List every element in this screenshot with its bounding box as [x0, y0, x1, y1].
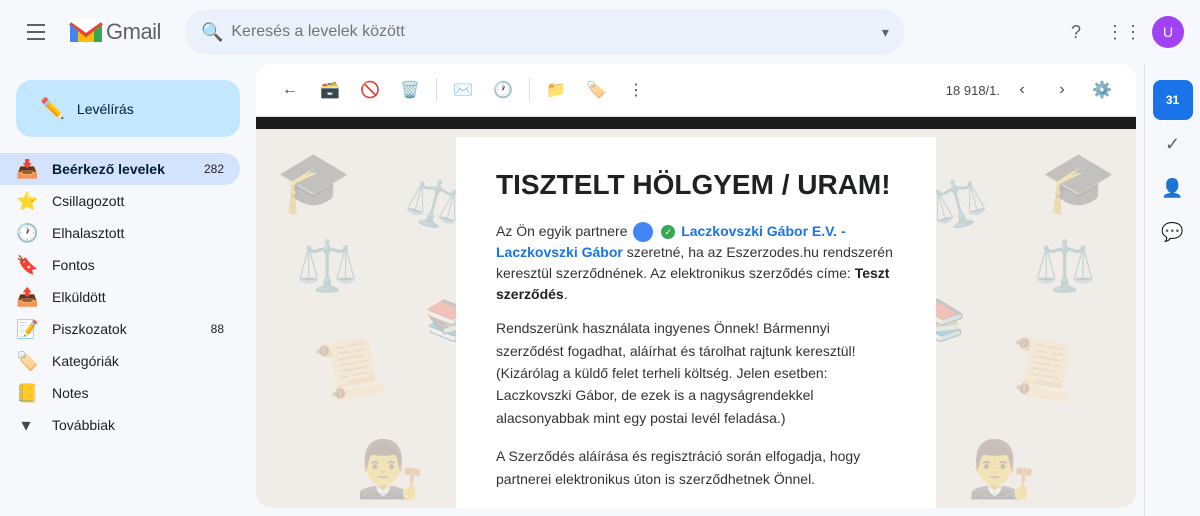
inbox-badge: 282 [204, 162, 224, 176]
search-input[interactable] [231, 23, 874, 41]
contacts-icon[interactable]: 👤 [1153, 168, 1193, 208]
sender-avatar-icon [633, 222, 653, 242]
compose-button[interactable]: ✏️ Levélírás [16, 80, 240, 137]
email-body: 🎓 ⚖️ 📜 ⚖️ 📚 👨‍⚖️ 🎓 ⚖️ 📜 ⚖️ 📚 👨‍⚖️ [256, 117, 1136, 508]
calendar-date-badge[interactable]: 31 [1153, 80, 1193, 120]
label-button[interactable]: 🏷️ [578, 72, 614, 108]
email-button[interactable]: ✉️ [445, 72, 481, 108]
far-right-sidebar: 31 ✓ 👤 💬 [1144, 64, 1200, 516]
search-chevron-icon[interactable]: ▾ [882, 24, 889, 41]
toolbar-separator2 [529, 78, 530, 102]
compose-label: Levélírás [77, 101, 134, 117]
starred-icon: ⭐ [16, 191, 36, 212]
email-body-para2: A Szerződés aláírása és regisztráció sor… [496, 445, 896, 490]
email-toolbar: ← 🗃️ 🚫 🗑️ ✉️ 🕐 📁 🏷️ ⋮ 18 918/1. ‹ › ⚙️ [256, 64, 1136, 117]
doodle-scroll: 📜 [311, 332, 390, 408]
search-bar[interactable]: 🔍 ▾ [185, 9, 905, 55]
inbox-icon: 📥 [16, 159, 36, 180]
toolbar-right: 18 918/1. ‹ › ⚙️ [946, 72, 1120, 108]
inbox-label: Beérkező levelek [52, 161, 188, 177]
next-email-button[interactable]: › [1044, 72, 1080, 108]
help-button[interactable]: ? [1056, 12, 1096, 52]
starred-label: Csillagozott [52, 193, 224, 209]
sidebar-item-important[interactable]: 🔖 Fontos [0, 249, 240, 281]
doodle-judge-r: 👨‍⚖️ [968, 437, 1036, 502]
more-expand[interactable]: ▾ Továbbiak [0, 409, 240, 441]
categories-expand[interactable]: 🏷️ Kategóriák [0, 345, 240, 377]
menu-button[interactable] [16, 12, 56, 52]
tasks-icon[interactable]: ✓ [1153, 124, 1193, 164]
categories-icon: 🏷️ [16, 351, 36, 372]
more-actions-button[interactable]: ⋮ [618, 72, 654, 108]
expand-icon: ▾ [16, 415, 36, 436]
doodle-judge: 👨‍⚖️ [356, 437, 424, 502]
snoozed-icon: 🕐 [16, 223, 36, 244]
drafts-icon: 📝 [16, 319, 36, 340]
move-button[interactable]: 📁 [538, 72, 574, 108]
drafts-label: Piszkozatok [52, 321, 188, 337]
apps-button[interactable]: ⋮⋮ [1104, 12, 1144, 52]
page-info: 18 918/1. [946, 83, 1000, 98]
main-layout: ✏️ Levélírás 📥 Beérkező levelek 282 ⭐ Cs… [0, 64, 1200, 516]
notes-icon: 📒 [16, 383, 36, 404]
gmail-logo: Gmail [68, 18, 161, 46]
email-center-content: TISZTELT HÖLGYEM / URAM! Az Ön egyik par… [456, 137, 936, 508]
settings-button[interactable]: ⚙️ [1084, 72, 1120, 108]
sidebar-item-starred[interactable]: ⭐ Csillagozott [0, 185, 240, 217]
doodle-scroll-r: 📜 [1002, 332, 1081, 408]
avatar[interactable]: U [1152, 16, 1184, 48]
doodle-gavel-r: ⚖️ [1034, 237, 1096, 296]
important-icon: 🔖 [16, 255, 36, 276]
verified-badge-icon: ✓ [661, 225, 675, 239]
email-body-para1: Rendszerünk használata ingyenes Önnek! B… [496, 317, 896, 429]
email-content: 🎓 ⚖️ 📜 ⚖️ 📚 👨‍⚖️ 🎓 ⚖️ 📜 ⚖️ 📚 👨‍⚖️ [256, 117, 1136, 508]
topbar: Gmail 🔍 ▾ ? ⋮⋮ U [0, 0, 1200, 64]
more-label: Továbbiak [52, 417, 115, 433]
sidebar-item-snoozed[interactable]: 🕐 Elhalasztott [0, 217, 240, 249]
doodle-graduation: 🎓 [276, 147, 351, 218]
email-intro-text: Az Ön egyik partnere ✓ Laczkovszki Gábor… [496, 221, 896, 305]
doodle-gavel: ⚖️ [296, 237, 358, 296]
toolbar-separator [436, 78, 437, 102]
delete-button[interactable]: 🗑️ [392, 72, 428, 108]
sent-label: Elküldött [52, 289, 224, 305]
period: . [564, 286, 568, 302]
sidebar: ✏️ Levélírás 📥 Beérkező levelek 282 ⭐ Cs… [0, 64, 256, 516]
prev-email-button[interactable]: ‹ [1004, 72, 1040, 108]
sent-icon: 📤 [16, 287, 36, 308]
back-button[interactable]: ← [272, 72, 308, 108]
top-right-actions: ? ⋮⋮ U [1056, 12, 1184, 52]
sidebar-item-inbox[interactable]: 📥 Beérkező levelek 282 [0, 153, 240, 185]
sidebar-item-sent[interactable]: 📤 Elküldött [0, 281, 240, 313]
email-area: ← 🗃️ 🚫 🗑️ ✉️ 🕐 📁 🏷️ ⋮ 18 918/1. ‹ › ⚙️ [256, 64, 1136, 508]
dark-header-strip [256, 117, 1136, 129]
sidebar-item-notes[interactable]: 📒 Notes [0, 377, 240, 409]
categories-label: Kategóriák [52, 353, 119, 369]
email-banner: 🎓 ⚖️ 📜 ⚖️ 📚 👨‍⚖️ 🎓 ⚖️ 📜 ⚖️ 📚 👨‍⚖️ [256, 117, 1136, 508]
intro-before: Az Ön egyik partnere [496, 223, 628, 239]
snoozed-label: Elhalasztott [52, 225, 224, 241]
spam-button[interactable]: 🚫 [352, 72, 388, 108]
archive-button[interactable]: 🗃️ [312, 72, 348, 108]
search-icon: 🔍 [201, 22, 223, 43]
important-label: Fontos [52, 257, 224, 273]
snooze-button[interactable]: 🕐 [485, 72, 521, 108]
sidebar-item-drafts[interactable]: 📝 Piszkozatok 88 [0, 313, 240, 345]
email-title: TISZTELT HÖLGYEM / URAM! [496, 169, 896, 201]
chat-icon[interactable]: 💬 [1153, 212, 1193, 252]
drafts-badge: 88 [204, 322, 224, 336]
compose-plus-icon: ✏️ [40, 96, 65, 121]
notes-label: Notes [52, 385, 224, 401]
doodle-graduation-r: 🎓 [1041, 147, 1116, 218]
gmail-label: Gmail [106, 19, 161, 45]
